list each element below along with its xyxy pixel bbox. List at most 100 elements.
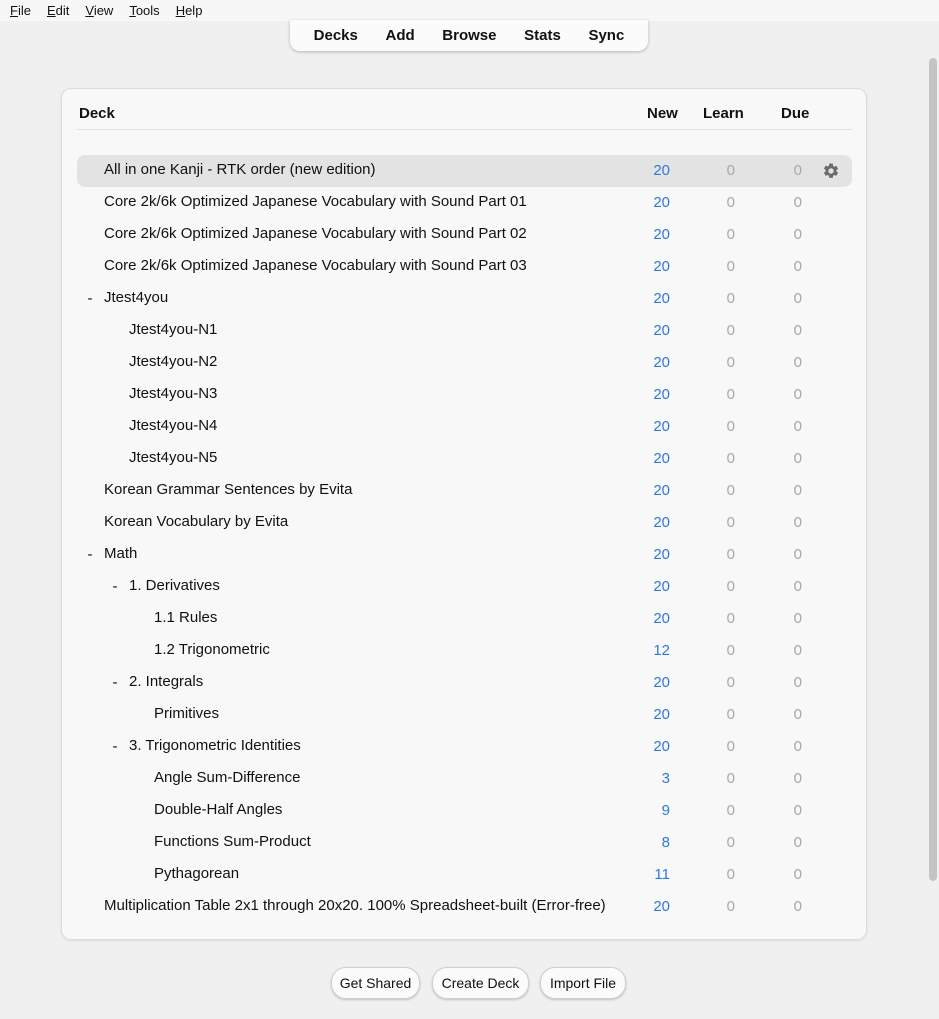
new-count: 3 [661,770,670,787]
deck-row[interactable]: 1.2 Trigonometric 12 0 0 [77,635,852,667]
learn-count: 0 [726,578,735,595]
menu-file[interactable]: File [0,0,37,21]
deck-row[interactable]: Korean Vocabulary by Evita 20 0 0 [77,507,852,539]
learn-count: 0 [726,450,735,467]
deck-name-link[interactable]: Jtest4you-N3 [129,385,217,402]
deck-name-link[interactable]: 3. Trigonometric Identities [129,737,301,754]
deck-name-link[interactable]: 1.1 Rules [154,609,217,626]
new-count: 20 [653,162,670,179]
deck-row[interactable]: -2. Integrals 20 0 0 [77,667,852,699]
deck-row[interactable]: Pythagorean 11 0 0 [77,859,852,891]
deck-name-link[interactable]: 1. Derivatives [129,577,220,594]
deck-name-link[interactable]: Jtest4you-N4 [129,417,217,434]
deck-name-link[interactable]: Double-Half Angles [154,801,282,818]
deck-row[interactable]: Double-Half Angles 9 0 0 [77,795,852,827]
deck-row[interactable]: Jtest4you-N1 20 0 0 [77,315,852,347]
collapse-toggle[interactable]: - [84,546,96,563]
menu-edit-label: dit [55,3,70,18]
new-count: 20 [653,578,670,595]
vertical-scrollbar[interactable] [929,58,937,881]
menu-help[interactable]: Help [166,0,209,21]
deck-name-link[interactable]: Math [104,545,137,562]
menu-help-accel: H [175,3,186,18]
deck-name-link[interactable]: Korean Grammar Sentences by Evita [104,481,352,498]
import-file-button[interactable]: Import File [540,967,626,999]
menu-view[interactable]: View [75,0,119,21]
get-shared-button[interactable]: Get Shared [331,967,420,999]
deck-name-link[interactable]: All in one Kanji - RTK order (new editio… [104,161,376,178]
deck-name-link[interactable]: Core 2k/6k Optimized Japanese Vocabulary… [104,225,527,242]
deck-row[interactable]: Jtest4you-N4 20 0 0 [77,411,852,443]
deck-name-link[interactable]: Multiplication Table 2x1 through 20x20. … [104,897,606,914]
deck-row[interactable]: Core 2k/6k Optimized Japanese Vocabulary… [77,187,852,219]
deck-row[interactable]: Jtest4you-N5 20 0 0 [77,443,852,475]
deck-name-link[interactable]: Pythagorean [154,865,239,882]
learn-count: 0 [726,354,735,371]
new-count: 20 [653,674,670,691]
menu-help-label: elp [185,3,203,18]
deck-name-link[interactable]: Angle Sum-Difference [154,769,300,786]
gear-icon[interactable] [822,162,840,180]
deck-row[interactable]: - Math 20 0 0 [77,539,852,571]
learn-count: 0 [726,770,735,787]
deck-row[interactable]: All in one Kanji - RTK order (new editio… [77,155,852,187]
deck-row[interactable]: -3. Trigonometric Identities 20 0 0 [77,731,852,763]
deck-row[interactable]: Multiplication Table 2x1 through 20x20. … [77,891,852,923]
new-count: 11 [654,866,670,883]
learn-count: 0 [726,226,735,243]
deck-row[interactable]: Primitives 20 0 0 [77,699,852,731]
deck-name-link[interactable]: Jtest4you-N2 [129,353,217,370]
deck-name-link[interactable]: Core 2k/6k Optimized Japanese Vocabulary… [104,193,527,210]
deck-name-link[interactable]: 1.2 Trigonometric [154,641,270,658]
collapse-toggle[interactable]: - [109,578,121,595]
deck-row[interactable]: Core 2k/6k Optimized Japanese Vocabulary… [77,251,852,283]
toolbar-decks[interactable]: Decks [310,27,362,44]
deck-row[interactable]: Core 2k/6k Optimized Japanese Vocabulary… [77,219,852,251]
collapse-toggle[interactable]: - [109,674,121,691]
deck-row[interactable]: Korean Grammar Sentences by Evita 20 0 0 [77,475,852,507]
due-count: 0 [793,386,802,403]
new-count: 20 [653,290,670,307]
create-deck-button[interactable]: Create Deck [432,967,529,999]
deck-row[interactable]: Functions Sum-Product 8 0 0 [77,827,852,859]
collapse-toggle[interactable]: - [84,290,96,307]
menu-file-label: ile [17,3,31,18]
deck-table-header: Deck New Learn Due [62,89,866,130]
toolbar-browse[interactable]: Browse [438,27,500,44]
due-count: 0 [793,738,802,755]
learn-count: 0 [726,898,735,915]
learn-count: 0 [726,834,735,851]
deck-row[interactable]: Angle Sum-Difference 3 0 0 [77,763,852,795]
deck-row[interactable]: 1.1 Rules 20 0 0 [77,603,852,635]
due-count: 0 [793,482,802,499]
deck-name-link[interactable]: Functions Sum-Product [154,833,311,850]
deck-row[interactable]: Jtest4you-N3 20 0 0 [77,379,852,411]
due-count: 0 [793,354,802,371]
deck-name-link[interactable]: Core 2k/6k Optimized Japanese Vocabulary… [104,257,527,274]
deck-name-link[interactable]: Korean Vocabulary by Evita [104,513,288,530]
header-learn: Learn [703,105,744,122]
deck-name-link[interactable]: Jtest4you [104,289,168,306]
deck-name-link[interactable]: Jtest4you-N1 [129,321,217,338]
new-count: 20 [653,354,670,371]
menu-tools[interactable]: Tools [119,0,165,21]
toolbar-stats[interactable]: Stats [520,27,565,44]
deck-name-link[interactable]: Jtest4you-N5 [129,449,217,466]
learn-count: 0 [726,866,735,883]
deck-name-link[interactable]: 2. Integrals [129,673,203,690]
learn-count: 0 [726,418,735,435]
deck-row[interactable]: Jtest4you-N2 20 0 0 [77,347,852,379]
due-count: 0 [793,674,802,691]
deck-row[interactable]: -1. Derivatives 20 0 0 [77,571,852,603]
learn-count: 0 [726,194,735,211]
learn-count: 0 [726,514,735,531]
header-due: Due [781,105,810,122]
deck-name-link[interactable]: Primitives [154,705,219,722]
menu-edit[interactable]: Edit [37,0,75,21]
toolbar-add[interactable]: Add [381,27,418,44]
collapse-toggle[interactable]: - [109,738,121,755]
toolbar-sync[interactable]: Sync [584,27,628,44]
due-count: 0 [793,162,802,179]
learn-count: 0 [726,290,735,307]
deck-row[interactable]: - Jtest4you 20 0 0 [77,283,852,315]
